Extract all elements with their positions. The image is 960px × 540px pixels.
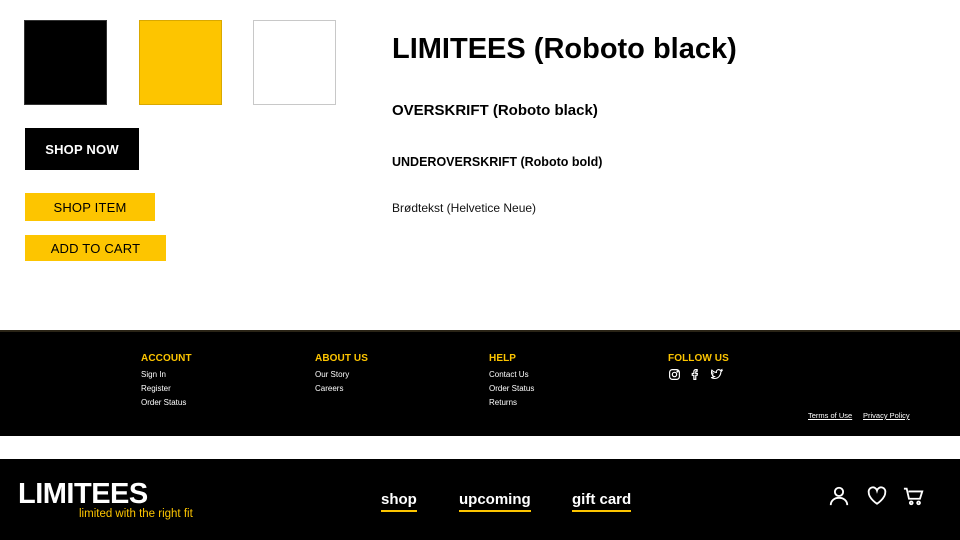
shop-now-button[interactable]: SHOP NOW <box>25 128 139 170</box>
footer-account-column: ACCOUNT Sign In Register Order Status <box>141 353 192 410</box>
footer-help-column: HELP Contact Us Order Status Returns <box>489 353 534 410</box>
shop-item-button[interactable]: SHOP ITEM <box>25 193 155 221</box>
footer: ACCOUNT Sign In Register Order Status AB… <box>0 330 960 436</box>
nav-link-upcoming[interactable]: upcoming <box>459 491 531 512</box>
heading-sample-h2: OVERSKRIFT (Roboto black) <box>392 102 598 119</box>
footer-link-careers[interactable]: Careers <box>315 382 368 396</box>
body-text-sample: Brødtekst (Helvetice Neue) <box>392 201 537 215</box>
swatch-yellow <box>139 20 222 105</box>
nav-link-shop[interactable]: shop <box>381 491 417 512</box>
footer-follow-title: FOLLOW US <box>668 353 729 364</box>
swatch-black <box>24 20 107 105</box>
terms-of-use-link[interactable]: Terms of Use <box>808 411 852 420</box>
footer-about-column: ABOUT US Our Story Careers <box>315 353 368 396</box>
facebook-icon[interactable] <box>689 368 702 381</box>
footer-link-order-status[interactable]: Order Status <box>141 396 192 410</box>
privacy-policy-link[interactable]: Privacy Policy <box>863 411 910 420</box>
heading-sample-h3: UNDEROVERSKRIFT (Roboto bold) <box>392 155 603 169</box>
footer-link-sign-in[interactable]: Sign In <box>141 368 192 382</box>
user-icon[interactable] <box>828 485 850 507</box>
footer-link-our-story[interactable]: Our Story <box>315 368 368 382</box>
swatch-white <box>253 20 336 105</box>
social-icons <box>668 368 729 381</box>
add-to-cart-button[interactable]: ADD TO CART <box>25 235 166 261</box>
footer-link-contact-us[interactable]: Contact Us <box>489 368 534 382</box>
nav-link-gift-card[interactable]: gift card <box>572 491 632 512</box>
footer-account-title: ACCOUNT <box>141 353 192 364</box>
footer-link-returns[interactable]: Returns <box>489 396 534 410</box>
cart-icon[interactable] <box>903 485 925 507</box>
twitter-icon[interactable] <box>710 368 723 381</box>
heading-sample-h1: LIMITEES (Roboto black) <box>392 33 737 65</box>
footer-follow-column: FOLLOW US <box>668 353 729 381</box>
logo-tagline: limited with the right fit <box>79 508 193 520</box>
footer-link-help-order-status[interactable]: Order Status <box>489 382 534 396</box>
footer-help-title: HELP <box>489 353 517 364</box>
logo[interactable]: LIMITEES <box>18 478 148 511</box>
footer-about-title: ABOUT US <box>315 353 369 364</box>
instagram-icon[interactable] <box>668 368 681 381</box>
navbar: LIMITEES limited with the right fit shop… <box>0 459 960 540</box>
footer-link-register[interactable]: Register <box>141 382 192 396</box>
heart-icon[interactable] <box>866 485 888 507</box>
